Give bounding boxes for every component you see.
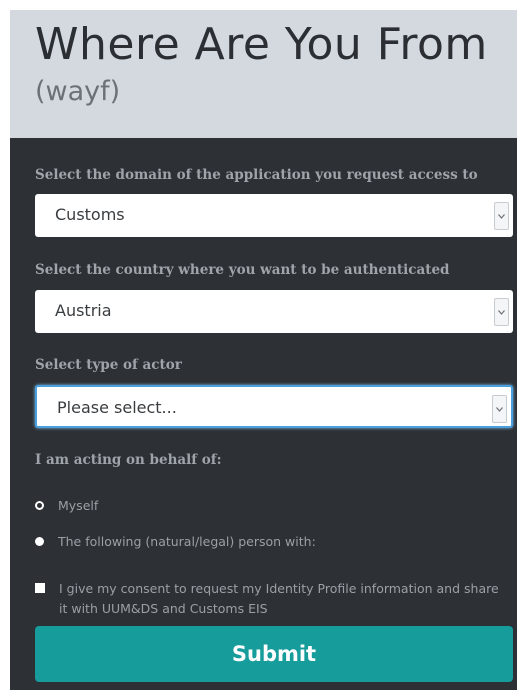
behalf-label: I am acting on behalf of: xyxy=(35,452,222,468)
chevron-down-icon xyxy=(492,395,507,423)
chevron-down-icon xyxy=(494,298,509,326)
actor-select[interactable]: Please select... xyxy=(35,385,513,428)
radio-other-person-label: The following (natural/legal) person wit… xyxy=(58,534,316,549)
radio-other-person[interactable]: The following (natural/legal) person wit… xyxy=(35,534,316,549)
chevron-down-icon xyxy=(494,202,509,230)
radio-myself-label: Myself xyxy=(58,498,99,513)
form-panel: Select the domain of the application you… xyxy=(10,138,517,690)
page-title: Where Are You From xyxy=(35,19,488,70)
radio-myself[interactable]: Myself xyxy=(35,498,98,513)
radio-button[interactable] xyxy=(35,501,44,510)
country-select-value: Austria xyxy=(55,301,112,320)
consent-row[interactable]: I give my consent to request my Identity… xyxy=(35,579,499,619)
country-label: Select the country where you want to be … xyxy=(35,262,450,278)
domain-select[interactable]: Customs xyxy=(35,194,513,237)
submit-button[interactable]: Submit xyxy=(35,626,513,682)
actor-select-value: Please select... xyxy=(57,398,177,417)
wayf-card: Where Are You From (wayf) Select the dom… xyxy=(10,10,517,690)
page-subtitle: (wayf) xyxy=(35,76,121,107)
radio-button[interactable] xyxy=(35,537,44,546)
country-select[interactable]: Austria xyxy=(35,290,513,333)
domain-label: Select the domain of the application you… xyxy=(35,167,478,183)
consent-text: I give my consent to request my Identity… xyxy=(59,581,499,616)
consent-checkbox[interactable] xyxy=(35,583,45,593)
header: Where Are You From (wayf) xyxy=(10,10,517,138)
actor-label: Select type of actor xyxy=(35,357,182,373)
domain-select-value: Customs xyxy=(55,205,125,224)
